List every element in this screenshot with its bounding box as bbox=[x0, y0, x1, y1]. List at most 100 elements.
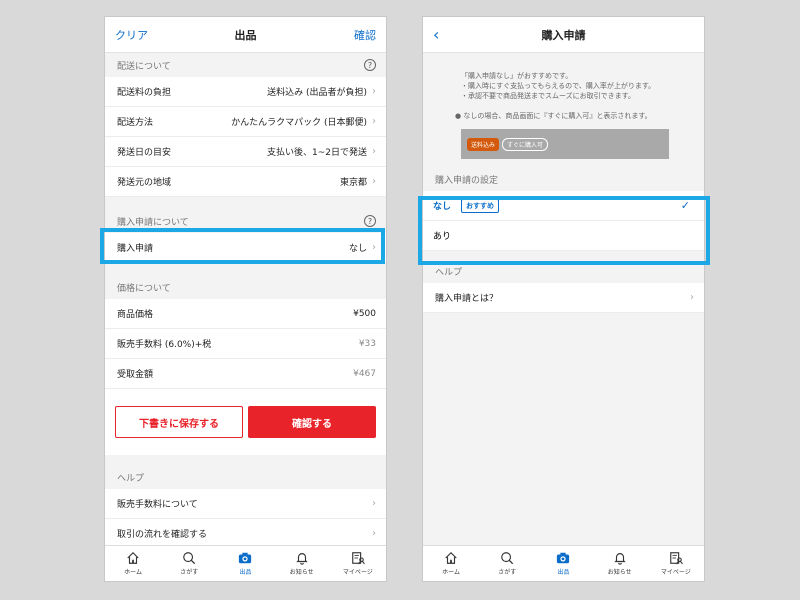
tab-home[interactable]: ホーム bbox=[108, 551, 158, 576]
nav-bar: クリア 出品 確認 bbox=[105, 17, 386, 53]
tab-label: さがす bbox=[498, 569, 517, 576]
search-icon bbox=[501, 552, 514, 565]
shipping-days-row[interactable]: 発送日の目安 支払い後、1~2日で発送 › bbox=[105, 137, 386, 167]
chevron-right-icon: › bbox=[372, 116, 376, 127]
bell-icon bbox=[295, 553, 308, 565]
section-title: ヘルプ bbox=[117, 473, 145, 484]
row-label: 受取金額 bbox=[117, 370, 154, 380]
camera-icon bbox=[557, 552, 570, 564]
purchase-request-screen: ‹ 購入申請 「購入申請なし」がおすすめです。 ・購入時にすぐ支払ってもらえるの… bbox=[422, 16, 705, 582]
section-title: 購入申請について bbox=[117, 217, 189, 228]
purchase-section-header: 購入申請について ? bbox=[105, 209, 386, 233]
info-note: ● なしの場合、商品画面に『すぐに購入可』と表示されます。 bbox=[455, 112, 652, 120]
tab-sell[interactable]: 出品 bbox=[220, 551, 270, 576]
row-label: 取引の流れを確認する bbox=[117, 530, 208, 540]
row-label: 購入申請とは？ bbox=[435, 294, 499, 304]
tab-search[interactable]: さがす bbox=[164, 551, 214, 576]
price-section-header: 価格について bbox=[105, 275, 386, 299]
row-label: 商品価格 bbox=[117, 310, 154, 320]
chevron-right-icon: › bbox=[372, 498, 376, 509]
shipping-fee-row[interactable]: 配送料の負担 送料込み (出品者が負担) › bbox=[105, 77, 386, 107]
chevron-right-icon: › bbox=[372, 528, 376, 539]
section-title: ヘルプ bbox=[435, 267, 463, 278]
info-line: ・承認不要で商品発送までスムーズにお取引できます。 bbox=[461, 92, 635, 100]
setting-section-header: 購入申請の設定 bbox=[423, 167, 704, 191]
row-label: 発送元の地域 bbox=[117, 178, 172, 188]
tab-home[interactable]: ホーム bbox=[426, 551, 476, 576]
instant-buy-badge: すぐに購入可 bbox=[502, 137, 549, 151]
row-value: 支払い後、1~2日で発送 bbox=[267, 148, 367, 158]
tab-label: ホーム bbox=[124, 569, 142, 576]
row-label: 販売手数料について bbox=[117, 500, 198, 510]
save-draft-button[interactable]: 下書きに保存する bbox=[115, 406, 243, 438]
chevron-right-icon: › bbox=[372, 86, 376, 97]
help-row-purchase-request[interactable]: 購入申請とは？ › bbox=[423, 283, 704, 313]
row-value: 東京都 bbox=[339, 178, 367, 188]
row-label: 購入申請 bbox=[117, 244, 154, 254]
section-title: 配送について bbox=[117, 61, 171, 72]
option-none[interactable]: なし おすすめ ✓ bbox=[423, 191, 704, 221]
home-icon bbox=[445, 551, 457, 564]
tab-label: お知らせ bbox=[607, 569, 632, 576]
tab-bar: ホーム さがす 出品 お知らせ マイページ bbox=[105, 545, 386, 581]
option-label: なし bbox=[433, 202, 452, 212]
listing-screen: クリア 出品 確認 配送について ? 配送料の負担 送料込み (出品者が負担) ›… bbox=[104, 16, 387, 582]
tab-label: ホーム bbox=[442, 569, 460, 576]
help-icon[interactable]: ? bbox=[364, 59, 376, 71]
tab-label: マイページ bbox=[660, 569, 691, 576]
row-value: かんたんラクマパック (日本郵便) bbox=[231, 118, 367, 128]
tab-mypage[interactable]: マイページ bbox=[333, 551, 383, 576]
tab-label: 出品 bbox=[239, 569, 252, 576]
info-line: ・購入時にすぐ支払ってもらえるので、購入率が上がります。 bbox=[461, 82, 656, 90]
row-value: なし bbox=[348, 244, 367, 254]
ship-from-row[interactable]: 発送元の地域 東京都 › bbox=[105, 167, 386, 197]
home-icon bbox=[127, 551, 139, 564]
tab-mypage[interactable]: マイページ bbox=[651, 551, 701, 576]
row-value: ¥33 bbox=[358, 338, 376, 349]
help-icon[interactable]: ? bbox=[364, 215, 376, 227]
tab-sell[interactable]: 出品 bbox=[538, 551, 588, 576]
bell-icon bbox=[613, 553, 626, 565]
camera-icon bbox=[239, 552, 252, 564]
item-price-row[interactable]: 商品価格 ¥500 bbox=[105, 299, 386, 329]
tab-label: 出品 bbox=[557, 569, 570, 576]
purchase-request-row[interactable]: 購入申請 なし › bbox=[105, 233, 386, 263]
shipping-method-row[interactable]: 配送方法 かんたんラクマパック (日本郵便) › bbox=[105, 107, 386, 137]
tab-bar: ホーム さがす 出品 お知らせ マイページ bbox=[423, 545, 704, 581]
row-value: 送料込み (出品者が負担) bbox=[267, 88, 367, 98]
tab-search[interactable]: さがす bbox=[482, 551, 532, 576]
tab-notifications[interactable]: お知らせ bbox=[595, 551, 645, 576]
row-label: 発送日の目安 bbox=[117, 148, 172, 158]
mypage-icon bbox=[670, 552, 683, 565]
option-yes[interactable]: あり bbox=[423, 221, 704, 251]
chevron-right-icon: › bbox=[372, 176, 376, 187]
confirm-link[interactable]: 確認 bbox=[354, 27, 376, 43]
receive-amount-row: 受取金額 ¥467 bbox=[105, 359, 386, 389]
chevron-right-icon: › bbox=[372, 242, 376, 253]
info-line: 「購入申請なし」がおすすめです。 bbox=[461, 72, 573, 80]
tab-label: お知らせ bbox=[289, 569, 314, 576]
row-label: 配送料の負担 bbox=[117, 88, 172, 98]
row-label: 配送方法 bbox=[117, 118, 154, 128]
search-icon bbox=[183, 552, 196, 565]
clear-button[interactable]: クリア bbox=[115, 27, 148, 43]
tab-label: マイページ bbox=[342, 569, 373, 576]
tab-notifications[interactable]: お知らせ bbox=[277, 551, 327, 576]
help-section-header: ヘルプ bbox=[105, 465, 386, 489]
mypage-icon bbox=[352, 552, 365, 565]
back-chevron-icon[interactable]: ‹ bbox=[433, 26, 439, 43]
fee-row: 販売手数料 (6.0%)+税 ¥33 bbox=[105, 329, 386, 359]
help-row-fee[interactable]: 販売手数料について › bbox=[105, 489, 386, 519]
checkmark-icon: ✓ bbox=[680, 199, 690, 212]
info-text: 「購入申請なし」がおすすめです。 ・購入時にすぐ支払ってもらえるので、購入率が上… bbox=[423, 53, 704, 121]
action-buttons: 下書きに保存する 確認する bbox=[105, 389, 386, 455]
row-value: ¥500 bbox=[353, 308, 376, 319]
section-title: 購入申請の設定 bbox=[435, 175, 499, 186]
section-title: 価格について bbox=[117, 283, 171, 294]
shipping-badge: 送料込み bbox=[467, 137, 500, 151]
confirm-button[interactable]: 確認する bbox=[248, 406, 376, 438]
chevron-right-icon: › bbox=[372, 146, 376, 157]
chevron-right-icon: › bbox=[690, 292, 694, 303]
page-title: 購入申請 bbox=[541, 28, 586, 42]
shipping-section-header: 配送について ? bbox=[105, 53, 386, 77]
